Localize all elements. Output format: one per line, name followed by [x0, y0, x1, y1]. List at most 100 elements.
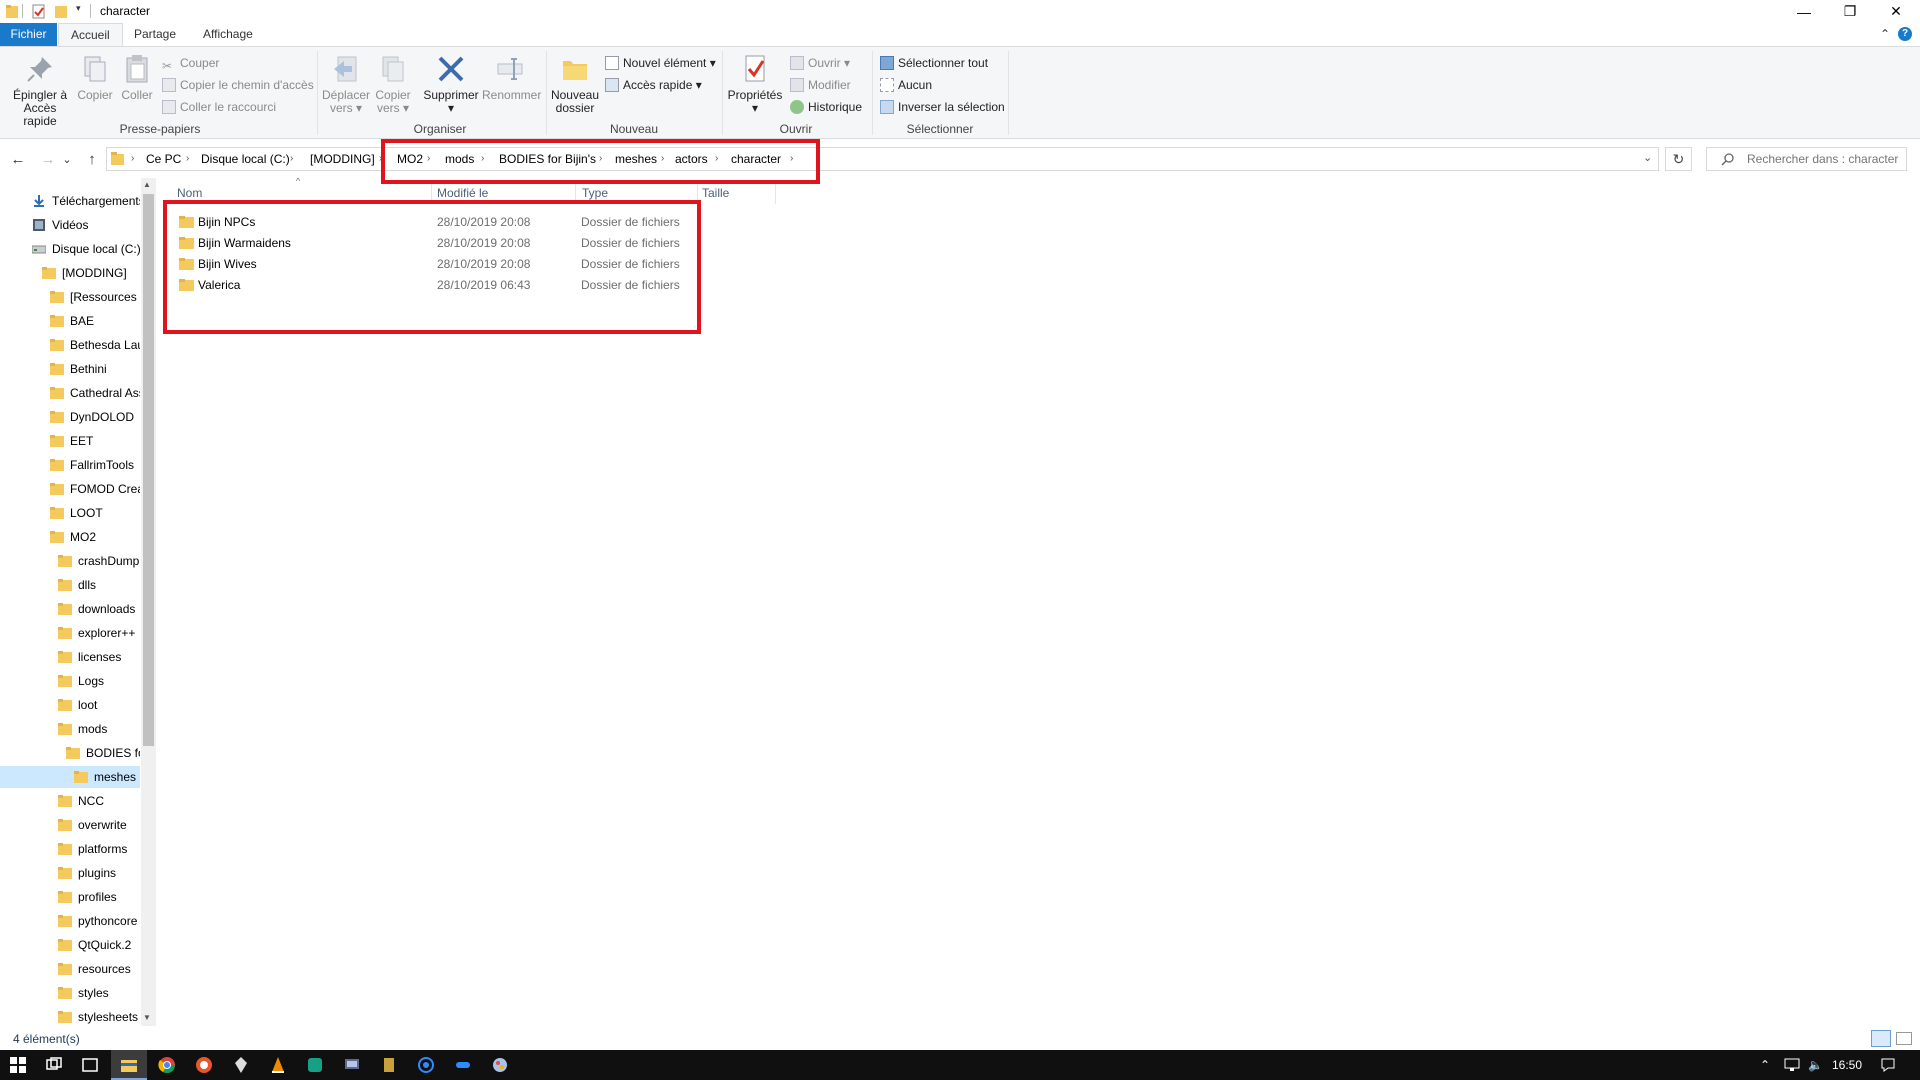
- app-paint-icon[interactable]: [490, 1055, 510, 1075]
- tree-item[interactable]: NCC: [0, 790, 140, 812]
- tree-item[interactable]: LOOT: [0, 502, 140, 524]
- maximize-button[interactable]: ❐: [1827, 0, 1873, 23]
- copy-path-button[interactable]: Copier le chemin d'accès: [162, 77, 314, 93]
- tree-item[interactable]: EET: [0, 430, 140, 452]
- refresh-button[interactable]: ↻: [1665, 147, 1692, 171]
- tree-item[interactable]: overwrite: [0, 814, 140, 836]
- tree-item[interactable]: [Ressources p: [0, 286, 140, 308]
- tree-item[interactable]: MO2: [0, 526, 140, 548]
- pin-quick-access-button[interactable]: Épingler à Accès rapide: [6, 53, 74, 128]
- tree-item[interactable]: meshes: [0, 766, 140, 788]
- app-monitor-icon[interactable]: [342, 1055, 362, 1075]
- network-icon[interactable]: [1783, 1058, 1801, 1072]
- rename-button[interactable]: Renommer: [482, 53, 541, 102]
- forward-button[interactable]: →: [36, 144, 60, 174]
- tree-item[interactable]: Disque local (C:): [0, 238, 140, 260]
- tab-view[interactable]: Affichage: [191, 23, 265, 46]
- tree-item[interactable]: DynDOLOD: [0, 406, 140, 428]
- help-icon[interactable]: ?: [1898, 27, 1912, 41]
- tree-item[interactable]: BAE: [0, 310, 140, 332]
- breadcrumb-chevron[interactable]: ›: [290, 148, 293, 170]
- task-view-icon[interactable]: [44, 1055, 64, 1075]
- skyrim-icon[interactable]: [231, 1055, 251, 1075]
- tree-item[interactable]: QtQuick.2: [0, 934, 140, 956]
- breadcrumb-this-pc[interactable]: Ce PC: [146, 148, 181, 170]
- new-folder-button[interactable]: Nouveau dossier: [550, 53, 600, 115]
- navigation-scrollbar-thumb[interactable]: [143, 194, 154, 746]
- paste-shortcut-button[interactable]: Coller le raccourci: [162, 99, 276, 115]
- select-all-button[interactable]: Sélectionner tout: [880, 55, 988, 71]
- vlc-icon[interactable]: [268, 1055, 288, 1075]
- tree-item[interactable]: licenses: [0, 646, 140, 668]
- app-green-icon[interactable]: [305, 1055, 325, 1075]
- new-folder-quick-icon[interactable]: [55, 4, 68, 19]
- breadcrumb-chevron[interactable]: ›: [186, 148, 189, 170]
- scroll-up-arrow-icon[interactable]: ▲: [143, 180, 151, 189]
- tree-item[interactable]: explorer++: [0, 622, 140, 644]
- search-input[interactable]: [1747, 150, 1902, 168]
- properties-icon[interactable]: [32, 4, 46, 19]
- tree-item[interactable]: pythoncore: [0, 910, 140, 932]
- copy-to-button[interactable]: Copier vers ▾: [372, 53, 414, 115]
- file-explorer-icon[interactable]: [119, 1055, 139, 1075]
- tree-item[interactable]: resources: [0, 958, 140, 980]
- clock[interactable]: 16:50: [1832, 1050, 1862, 1080]
- tree-item[interactable]: downloads: [0, 598, 140, 620]
- up-button[interactable]: ↑: [80, 144, 104, 174]
- tree-item[interactable]: dlls: [0, 574, 140, 596]
- tab-home[interactable]: Accueil: [58, 23, 123, 46]
- tree-item[interactable]: mods: [0, 718, 140, 740]
- minimize-button[interactable]: —: [1781, 0, 1827, 23]
- tree-item[interactable]: FallrimTools: [0, 454, 140, 476]
- properties-button[interactable]: Propriétés ▾: [726, 53, 784, 115]
- collapse-ribbon-icon[interactable]: ⌃: [1880, 27, 1890, 41]
- edit-button[interactable]: Modifier: [790, 77, 851, 93]
- chrome-icon[interactable]: [157, 1055, 177, 1075]
- breadcrumb-modding[interactable]: [MODDING]: [310, 148, 375, 170]
- tree-item[interactable]: stylesheets: [0, 1006, 140, 1026]
- move-to-button[interactable]: Déplacer vers ▾: [322, 53, 370, 115]
- calculator-icon[interactable]: [80, 1055, 100, 1075]
- tree-item[interactable]: [MODDING]: [0, 262, 140, 284]
- breadcrumb-chevron[interactable]: ›: [131, 148, 134, 170]
- tree-item[interactable]: styles: [0, 982, 140, 1004]
- easy-access-button[interactable]: Accès rapide ▾: [605, 77, 702, 93]
- large-icons-view-icon[interactable]: [1896, 1032, 1912, 1045]
- notifications-icon[interactable]: [1880, 1057, 1896, 1073]
- tree-item[interactable]: plugins: [0, 862, 140, 884]
- new-item-button[interactable]: Nouvel élément ▾: [605, 55, 716, 71]
- recent-locations-button[interactable]: ⌄: [60, 144, 74, 174]
- back-button[interactable]: ←: [6, 144, 30, 174]
- tree-item[interactable]: platforms: [0, 838, 140, 860]
- tree-item[interactable]: Téléchargements: [0, 190, 140, 212]
- copy-button[interactable]: Copier: [76, 53, 114, 102]
- tab-file[interactable]: Fichier: [0, 23, 57, 46]
- details-view-icon[interactable]: [1871, 1030, 1891, 1047]
- tab-share[interactable]: Partage: [122, 23, 188, 46]
- show-hidden-icons-icon[interactable]: ⌃: [1760, 1050, 1770, 1080]
- customize-quick-access-chevron-icon[interactable]: ▾: [76, 3, 81, 14]
- app-yellow-icon[interactable]: [379, 1055, 399, 1075]
- tree-item[interactable]: loot: [0, 694, 140, 716]
- cut-button[interactable]: ✂ Couper: [162, 55, 219, 73]
- app-flame-icon[interactable]: [194, 1055, 214, 1075]
- select-none-button[interactable]: Aucun: [880, 77, 932, 93]
- search-box[interactable]: [1706, 147, 1907, 171]
- tree-item[interactable]: Logs: [0, 670, 140, 692]
- history-button[interactable]: Historique: [790, 99, 862, 115]
- scroll-down-arrow-icon[interactable]: ▼: [143, 1013, 151, 1022]
- tree-item[interactable]: profiles: [0, 886, 140, 908]
- paste-button[interactable]: Coller: [118, 53, 156, 102]
- tree-item[interactable]: Vidéos: [0, 214, 140, 236]
- column-header-size[interactable]: Taille: [702, 186, 729, 202]
- tree-item[interactable]: BODIES fo: [0, 742, 140, 764]
- invert-selection-button[interactable]: Inverser la sélection: [880, 99, 1005, 115]
- open-button[interactable]: Ouvrir ▾: [790, 55, 850, 71]
- tree-item[interactable]: Cathedral Ass: [0, 382, 140, 404]
- volume-icon[interactable]: 🔈: [1808, 1050, 1823, 1080]
- delete-button[interactable]: Supprimer ▾: [422, 53, 480, 115]
- address-bar[interactable]: › Ce PC › Disque local (C:) › [MODDING] …: [106, 147, 1659, 171]
- tree-item[interactable]: crashDump: [0, 550, 140, 572]
- app-blue-icon[interactable]: [453, 1055, 473, 1075]
- address-history-dropdown[interactable]: ⌄: [1643, 151, 1652, 164]
